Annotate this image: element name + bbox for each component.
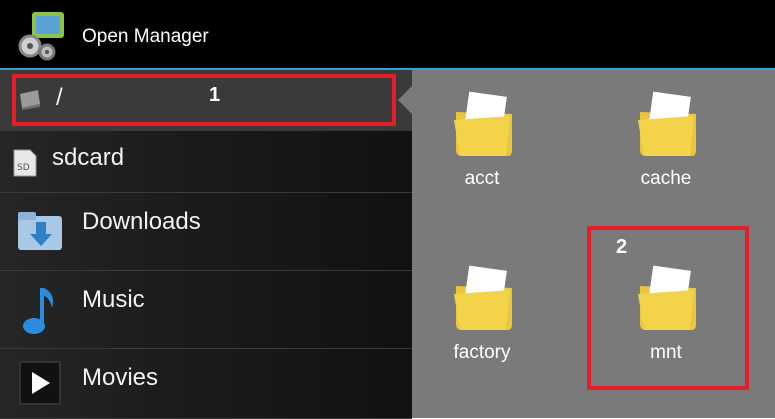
download-folder-icon [16, 206, 66, 261]
folder-acct[interactable]: acct [422, 80, 542, 200]
sidebar-item-sdcard[interactable]: SD sdcard [0, 130, 412, 193]
folder-factory[interactable]: factory [422, 254, 542, 374]
app-title: Open Manager [82, 26, 209, 47]
music-note-icon [20, 284, 60, 343]
play-icon [18, 360, 62, 411]
folder-name: acct [464, 168, 500, 189]
sidebar-item-label: Movies [82, 364, 159, 391]
annotation-label-2: 2 [616, 236, 628, 258]
sidebar-item-music[interactable]: Music [0, 270, 412, 349]
svg-text:SD: SD [17, 163, 30, 173]
sidebar-item-label: sdcard [52, 144, 125, 171]
sd-card-icon: SD [12, 148, 38, 183]
sidebar-item-label: Music [82, 286, 145, 313]
sidebar-item-downloads[interactable]: Downloads [0, 192, 412, 271]
folder-name: factory [453, 342, 511, 363]
folder-icon [454, 265, 512, 330]
annotation-box-1 [12, 74, 396, 126]
app-screen: Open Manager / SD sdcard Downloads Music… [0, 0, 775, 419]
android-gear-icon[interactable] [14, 8, 70, 64]
folder-cache[interactable]: cache [606, 80, 726, 200]
title-bar: Open Manager [0, 0, 775, 70]
sidebar-item-label: Downloads [82, 208, 201, 235]
sidebar-item-movies[interactable]: Movies [0, 348, 412, 419]
annotation-label-1: 1 [209, 84, 221, 106]
selection-pointer [398, 86, 412, 114]
folder-icon [638, 91, 696, 156]
folder-name: cache [640, 168, 692, 189]
annotation-box-2 [587, 226, 749, 390]
folder-icon [454, 91, 512, 156]
